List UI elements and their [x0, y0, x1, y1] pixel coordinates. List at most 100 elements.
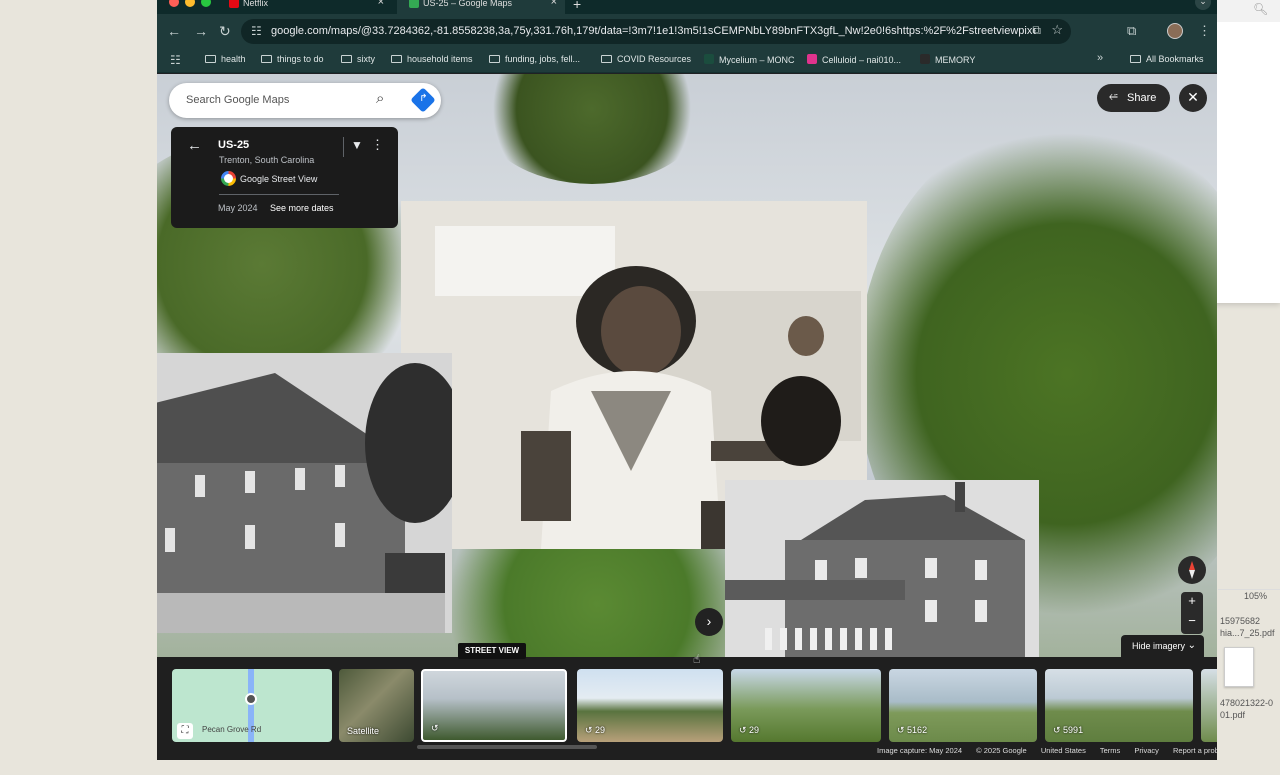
bookmarks-bar: ☷ health things to do sixty household it… — [157, 48, 1217, 73]
minimize-window-button[interactable] — [185, 0, 195, 7]
tab-search-icon[interactable]: ⌄ — [1195, 0, 1211, 10]
tab-label: US-25 – Google Maps — [423, 0, 513, 8]
bookmark-label: household items — [407, 54, 473, 64]
reload-icon[interactable]: ↻ — [219, 23, 231, 40]
mycelium-favicon-icon — [704, 54, 714, 64]
privacy-link[interactable]: Privacy — [1134, 746, 1159, 755]
street-view-thumbnail[interactable]: ↺ — [421, 669, 567, 742]
photo-thumbnail[interactable]: ↺ 29 — [577, 669, 723, 742]
address-toolbar: ← → ↻ ☷ google.com/maps/@33.7284362,-81.… — [157, 14, 1217, 48]
archival-photo-schoolhouse — [157, 353, 452, 633]
divider — [1218, 589, 1280, 590]
folder-icon — [489, 55, 500, 63]
location-marker-icon — [245, 693, 257, 705]
zoom-out-icon[interactable]: − — [1181, 613, 1203, 628]
divider — [219, 194, 339, 195]
tab-close-icon[interactable]: × — [378, 0, 384, 8]
netflix-favicon-icon — [229, 0, 239, 8]
bookmark-star-icon[interactable]: ☆ — [1051, 22, 1063, 38]
photo-thumbnail[interactable]: ↺ 5162 — [889, 669, 1037, 742]
search-icon[interactable]: ⌕ — [376, 90, 384, 107]
back-icon[interactable]: ← — [167, 23, 181, 39]
tab-bar: Netflix × US-25 – Google Maps × + ⌄ — [157, 0, 1217, 14]
forward-icon[interactable]: → — [194, 23, 208, 39]
share-button[interactable]: ⭁ Share — [1097, 84, 1170, 112]
chevron-down-icon: ⌄ — [1187, 640, 1196, 651]
address-bar[interactable]: ☷ google.com/maps/@33.7284362,-81.855823… — [241, 19, 1071, 44]
pdf-file-icon[interactable] — [1224, 647, 1254, 687]
share-label: Share — [1127, 92, 1157, 104]
all-bookmarks-button[interactable]: All Bookmarks — [1130, 54, 1204, 64]
profile-avatar[interactable] — [1167, 23, 1183, 39]
see-more-dates-link[interactable]: See more dates — [270, 203, 334, 213]
thumbnail-label: Satellite — [347, 726, 380, 736]
location-pin-icon[interactable]: ▼ — [351, 138, 363, 152]
street-view-panorama[interactable]: Search Google Maps ⌕ ↱ ← US-25 Trenton, … — [157, 74, 1217, 760]
extensions-icon[interactable]: ⧉ — [1127, 23, 1136, 39]
report-problem-link[interactable]: Report a problem — [1173, 746, 1217, 755]
more-options-icon[interactable]: ⋮ — [371, 137, 384, 153]
install-app-icon[interactable]: ⧉ — [1032, 23, 1041, 38]
tab-google-maps[interactable]: US-25 – Google Maps × — [397, 0, 565, 14]
tab-close-icon[interactable]: × — [551, 0, 557, 8]
zoom-in-icon[interactable]: + — [1181, 593, 1203, 608]
source-label: Google Street View — [240, 174, 318, 184]
bookmark-health[interactable]: health — [205, 54, 246, 64]
directions-icon[interactable]: ↱ — [410, 87, 436, 113]
zoom-control[interactable]: + − — [1181, 592, 1203, 634]
bookmark-label: Celluloid – nai010... — [822, 55, 902, 65]
bookmark-celluloid[interactable]: Celluloid – nai010... — [807, 54, 901, 65]
photo-thumbnail[interactable] — [1201, 669, 1217, 742]
close-window-button[interactable] — [169, 0, 179, 7]
search-box[interactable]: Search Google Maps ⌕ ↱ — [169, 83, 441, 118]
map-thumbnail[interactable]: Pecan Grove Rd ⛶ — [172, 669, 332, 742]
next-arrow-icon[interactable]: › — [695, 608, 723, 636]
bookmark-funding[interactable]: funding, jobs, fell... — [489, 54, 580, 64]
browser-menu-icon[interactable]: ⋮ — [1198, 23, 1211, 39]
back-arrow-icon[interactable]: ← — [187, 137, 202, 154]
photo-thumbnail[interactable]: ↺ 29 — [731, 669, 881, 742]
photo-thumbnail[interactable]: ↺ 5991 — [1045, 669, 1193, 742]
search-input[interactable]: Search Google Maps — [186, 94, 289, 106]
folder-icon — [261, 55, 272, 63]
close-street-view-button[interactable]: ✕ — [1179, 84, 1207, 112]
file-label-1[interactable]: 15975682 hia...7_25.pdf — [1220, 615, 1275, 639]
folder-icon — [341, 55, 352, 63]
zoom-level: 105% — [1244, 591, 1268, 601]
fullscreen-icon[interactable]: ⛶ — [177, 723, 193, 739]
hide-imagery-button[interactable]: Hide imagery ⌄ — [1121, 635, 1204, 657]
mouse-cursor-icon: ☝︎ — [693, 652, 701, 666]
place-subtitle: Trenton, South Carolina — [219, 155, 315, 165]
copyright: © 2025 Google — [976, 746, 1027, 755]
count-value: 29 — [595, 725, 606, 735]
apps-grid-icon[interactable]: ☷ — [170, 53, 181, 67]
more-bookmarks-icon[interactable]: » — [1097, 52, 1103, 64]
tab-netflix[interactable]: Netflix × — [217, 0, 392, 14]
site-info-icon[interactable]: ☷ — [251, 24, 262, 38]
satellite-thumbnail[interactable]: Satellite — [339, 669, 414, 742]
filmstrip-scrollbar[interactable] — [417, 745, 597, 749]
terms-link[interactable]: Terms — [1100, 746, 1120, 755]
country-link[interactable]: United States — [1041, 746, 1086, 755]
new-tab-icon[interactable]: + — [573, 0, 581, 12]
bookmark-things-to-do[interactable]: things to do — [261, 54, 324, 64]
panorama-icon: ↺ — [431, 723, 439, 733]
bookmark-sixty[interactable]: sixty — [341, 54, 375, 64]
count-value: 29 — [749, 725, 760, 735]
bookmark-household-items[interactable]: household items — [391, 54, 473, 64]
imagery-filmstrip: Pecan Grove Rd ⛶ Satellite ↺ ↺ 29 ↺ 29 ↺… — [157, 643, 1217, 760]
photo-count: ↺ 29 — [585, 725, 606, 735]
bookmark-covid-resources[interactable]: COVID Resources — [601, 54, 691, 64]
count-value: 5991 — [1063, 725, 1084, 735]
bookmark-memory[interactable]: MEMORY — [920, 54, 975, 65]
celluloid-favicon-icon — [807, 54, 817, 64]
maximize-window-button[interactable] — [201, 0, 211, 7]
compass-icon[interactable] — [1178, 556, 1206, 584]
road-label: Pecan Grove Rd — [202, 725, 262, 734]
file-label-2[interactable]: 478021322-0 01.pdf — [1220, 697, 1273, 721]
bookmark-mycelium[interactable]: Mycelium – MONC — [704, 54, 795, 65]
url-text[interactable]: google.com/maps/@33.7284362,-81.8558238,… — [271, 25, 1036, 37]
search-icon[interactable]: 🔍︎ — [1253, 2, 1268, 16]
place-title: US-25 — [218, 139, 250, 151]
bookmark-label: MEMORY — [935, 55, 976, 65]
